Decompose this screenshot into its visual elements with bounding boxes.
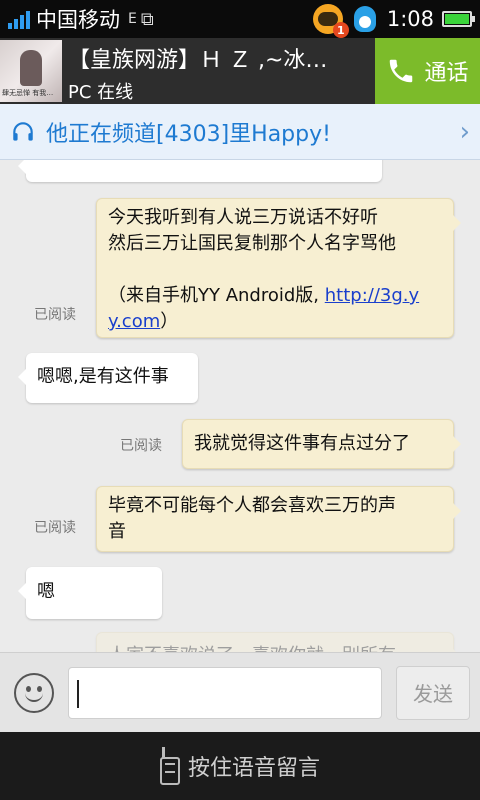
avatar[interactable]: 肆无忌惮 有我… [0,40,62,102]
notification-badge: 1 [332,22,349,38]
message-text: 我就觉得这件事有点过分了 [194,433,410,454]
carrier-name: 中国移动 [36,8,120,32]
read-receipt: 已阅读 [120,438,162,454]
message-bubble-partial [18,160,382,182]
avatar-caption: 肆无忌惮 有我… [2,89,54,97]
chevron-right-icon: › [459,116,470,147]
input-bar: 发送 [0,652,480,732]
text-caret [77,679,79,708]
signal-icon [8,9,30,29]
message-text: （来自手机YY Android版, [108,285,325,306]
chat-header: 肆无忌惮 有我… 【皇族网游】Ｈ Ｚ ,~冰… PC 在线 通话 [0,38,480,104]
message-bubble[interactable]: 嗯 [18,567,162,619]
message-link[interactable]: y.com [108,311,160,332]
vibrate-icon: ⧉ [140,8,154,30]
contact-name: 【皇族网游】Ｈ Ｚ ,~冰… [68,48,328,73]
message-input[interactable] [68,666,382,719]
message-text: 人家不喜欢说了，喜欢你就…别所有 [108,643,442,652]
contact-status: PC 在线 [68,82,134,103]
message-bubble[interactable]: 毕竟不可能每个人都会喜欢三万的声 音 [96,486,461,552]
contact-info[interactable]: 【皇族网游】Ｈ Ｚ ,~冰… PC 在线 [64,38,375,104]
voice-label: 按住语音留言 [187,756,320,781]
message-text: 音 [108,521,126,542]
channel-banner[interactable]: 他正在频道[4303]里Happy! › [0,104,480,160]
message-text: 今天我听到有人说三万说话不好听 [108,207,378,228]
voice-message-button[interactable]: 按住语音留言 [0,732,480,800]
phone-icon [390,59,413,83]
message-text: 然后三万让国民复制那个人名字骂他 [108,233,396,254]
read-receipt: 已阅读 [34,307,76,323]
battery-icon [442,11,475,27]
message-list[interactable]: 已阅读 今天我听到有人说三万说话不好听 然后三万让国民复制那个人名字骂他 （来自… [0,160,480,652]
message-text: 嗯嗯,是有这件事 [37,366,169,387]
message-bubble-partial: 人家不喜欢说了，喜欢你就…别所有 [96,632,461,652]
status-bar: 中国移动 E ⧉ 1 1:08 [0,0,480,38]
call-button[interactable]: 通话 [375,38,480,104]
message-bubble[interactable]: 今天我听到有人说三万说话不好听 然后三万让国民复制那个人名字骂他 （来自手机YY… [96,198,461,338]
headset-icon [13,121,33,141]
message-link[interactable]: http://3g.y [325,285,419,306]
walkie-talkie-icon [159,747,180,785]
message-text: 嗯 [37,581,55,602]
yy-icon: 1 [312,4,349,38]
message-bubble[interactable]: 嗯嗯,是有这件事 [18,353,198,403]
network-type: E [128,11,137,27]
message-bubble[interactable]: 我就觉得这件事有点过分了 [182,419,461,469]
call-label: 通话 [424,61,469,86]
clock: 1:08 [386,7,434,31]
channel-text: 他正在频道[4303]里Happy! [46,121,331,147]
emoji-icon[interactable] [14,672,54,713]
message-text: ） [160,311,179,332]
send-button[interactable]: 发送 [396,665,470,720]
qq-icon [351,4,379,34]
read-receipt: 已阅读 [34,520,76,536]
message-text: 毕竟不可能每个人都会喜欢三万的声 [108,495,396,516]
